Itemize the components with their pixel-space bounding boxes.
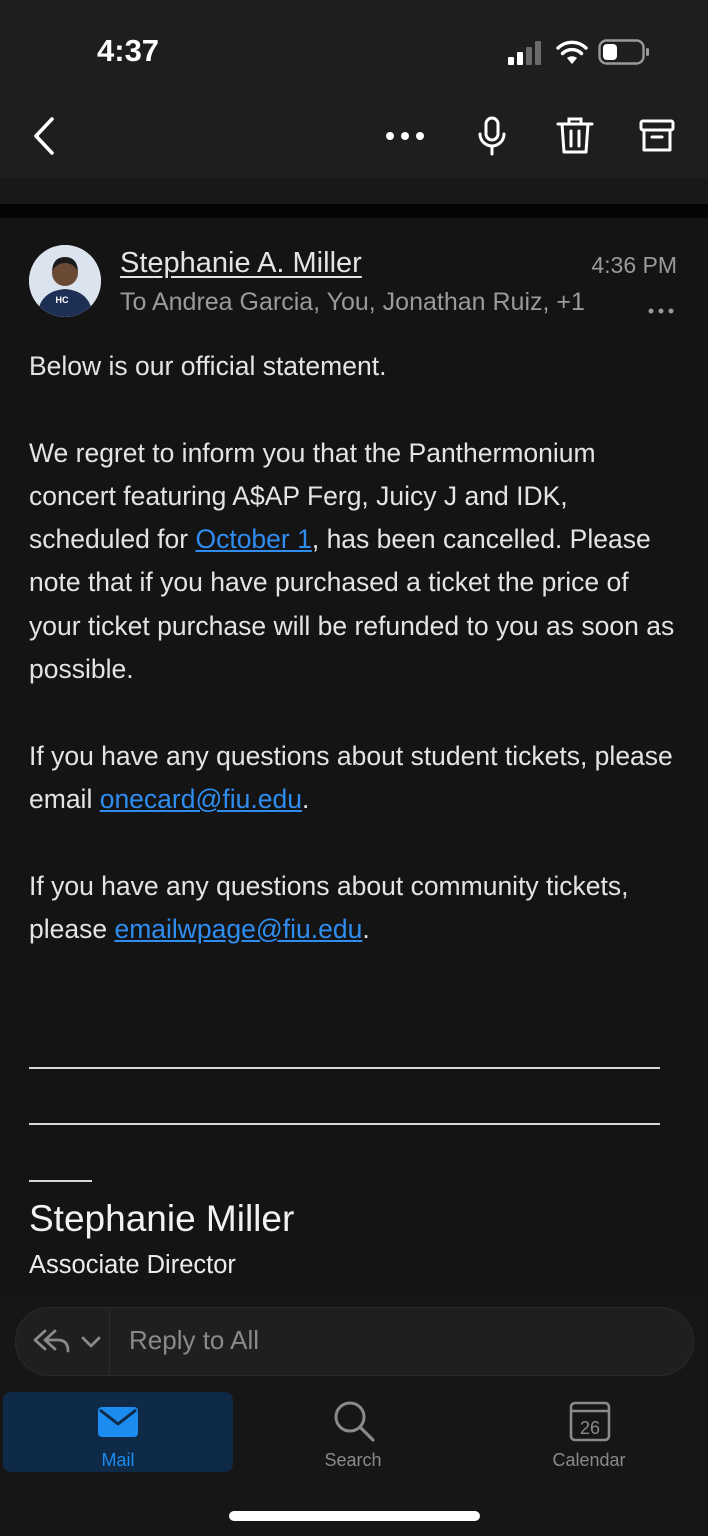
signature-rule <box>29 1123 660 1125</box>
more-horizontal-icon[interactable] <box>384 116 426 156</box>
chevron-left-icon[interactable] <box>30 116 58 156</box>
body-paragraph: If you have any questions about student … <box>29 735 679 822</box>
body-text: . <box>362 913 370 944</box>
reply-all-input[interactable]: Reply to All <box>129 1325 259 1356</box>
battery-icon <box>598 38 650 71</box>
tab-label: Mail <box>101 1450 135 1470</box>
cellular-signal-icon <box>508 41 544 70</box>
avatar[interactable]: HC <box>29 245 101 317</box>
tab-mail[interactable]: Mail <box>3 1392 233 1472</box>
email-toolbar <box>0 96 708 178</box>
home-indicator <box>229 1511 480 1521</box>
status-time: 4:37 <box>97 33 160 68</box>
tab-calendar[interactable]: 26 Calendar <box>474 1392 704 1472</box>
email-link[interactable]: onecard@fiu.edu <box>100 784 302 814</box>
divider <box>0 178 708 204</box>
signature-rule <box>29 1180 92 1182</box>
message-time: 4:36 PM <box>591 252 677 278</box>
tab-search[interactable]: Search <box>238 1392 468 1472</box>
body-paragraph: If you have any questions about communit… <box>29 865 679 952</box>
calendar-icon: 26 <box>569 1401 611 1442</box>
signature-name: Stephanie Miller <box>29 1198 295 1239</box>
wifi-icon <box>556 38 588 71</box>
divider <box>109 1309 110 1373</box>
body-paragraph: We regret to inform you that the Panther… <box>29 432 679 692</box>
body-intro: Below is our official statement. <box>29 351 387 381</box>
reply-all-icon[interactable] <box>32 1326 106 1361</box>
message-body: Below is our official statement. We regr… <box>29 345 679 951</box>
avatar-initials: HC <box>56 295 69 305</box>
reply-box[interactable] <box>15 1307 694 1376</box>
microphone-icon[interactable] <box>476 116 508 156</box>
email-link[interactable]: emailwpage@fiu.edu <box>114 914 362 944</box>
more-horizontal-icon[interactable] <box>648 302 674 320</box>
body-text: . <box>301 783 310 814</box>
tab-label: Search <box>324 1450 382 1470</box>
tab-label: Calendar <box>552 1450 626 1470</box>
archive-icon[interactable] <box>639 116 675 156</box>
mail-icon <box>98 1407 138 1437</box>
search-icon <box>334 1401 375 1442</box>
recipients[interactable]: To Andrea Garcia, You, Jonathan Ruiz, +1 <box>120 288 585 317</box>
calendar-date: 26 <box>580 1418 600 1438</box>
date-link[interactable]: October 1 <box>195 524 311 554</box>
trash-icon[interactable] <box>556 116 594 156</box>
signature-rule <box>29 1067 660 1069</box>
sender-name[interactable]: Stephanie A. Miller <box>120 247 362 280</box>
divider <box>0 204 708 218</box>
signature-title: Associate Director <box>29 1251 236 1279</box>
